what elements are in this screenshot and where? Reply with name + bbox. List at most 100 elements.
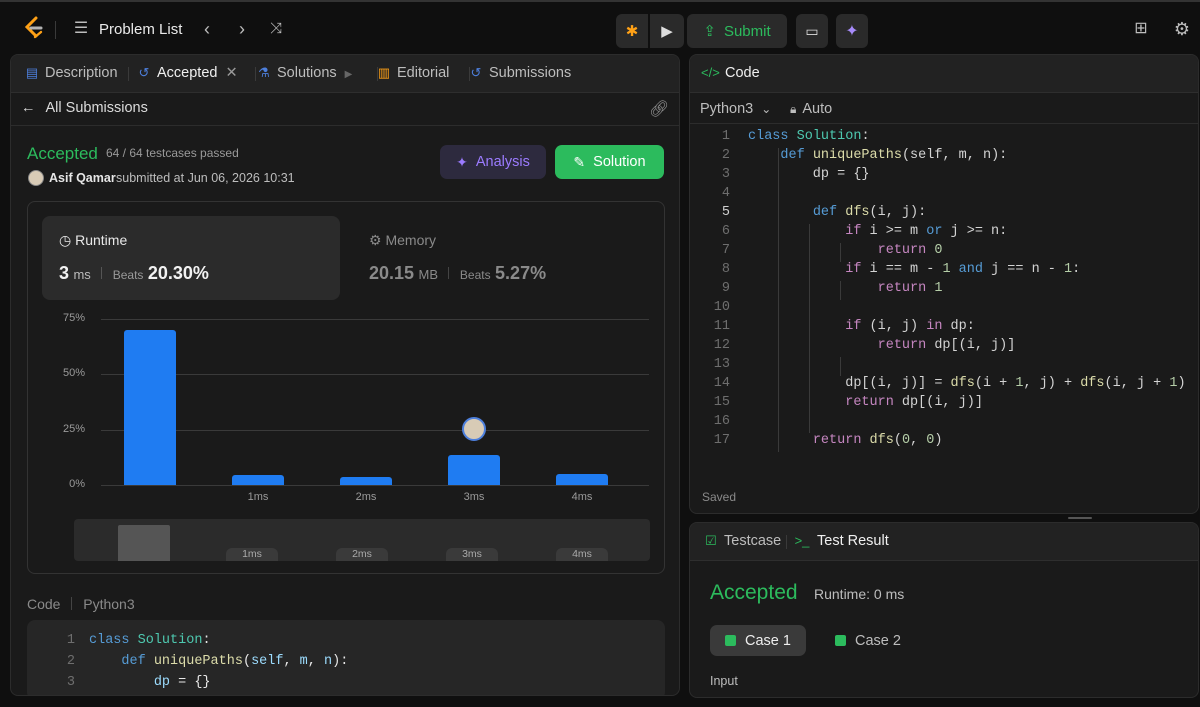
saved-status: Saved xyxy=(702,490,737,504)
code-line[interactable]: 11 if (i, j) in dp: xyxy=(690,319,1198,338)
layout-icon[interactable]: ⊞ xyxy=(1130,18,1152,40)
y-tick-label: 50% xyxy=(62,367,85,380)
code-line[interactable]: 16 xyxy=(690,414,1198,433)
ai-button[interactable]: ✦ xyxy=(836,14,868,48)
navigator-label: 3ms xyxy=(446,548,498,561)
line-text: if i == m - 1 and j == n - 1: xyxy=(845,262,1081,277)
memory-label: Memory xyxy=(385,232,437,248)
back-label: All Submissions xyxy=(45,100,148,116)
analysis-button[interactable]: ✦ Analysis xyxy=(440,145,546,179)
code-line[interactable]: 8 if i == m - 1 and j == n - 1: xyxy=(690,262,1198,281)
memory-unit: MB xyxy=(418,267,439,282)
tab-testcase[interactable]: ☑ Testcase xyxy=(704,533,781,549)
code-line[interactable]: 13 xyxy=(690,357,1198,376)
submit-label: Submit xyxy=(723,22,771,40)
link-icon[interactable]: 🔗︎ xyxy=(649,99,669,119)
user-name[interactable]: Asif Qamar xyxy=(49,171,116,185)
code-line[interactable]: 10 xyxy=(690,300,1198,319)
submitted-time: submitted at Jun 06, 2026 10:31 xyxy=(116,171,295,185)
grid-line xyxy=(101,374,649,376)
beats-label: Beats xyxy=(459,268,491,282)
code-line[interactable]: 14 dp[(i, j)] = dfs(i + 1, j) + dfs(i, j… xyxy=(690,376,1198,395)
case-2-tab[interactable]: Case 2 xyxy=(820,625,916,656)
list-icon[interactable]: ☰ xyxy=(70,18,92,40)
chart-bar[interactable] xyxy=(124,330,176,485)
code-line[interactable]: 9 return 1 xyxy=(690,281,1198,300)
tab-solutions[interactable]: ⚗ Solutions ▶ xyxy=(257,65,352,81)
chart-bar[interactable] xyxy=(448,455,500,485)
navigator-label: 2ms xyxy=(336,548,388,561)
code-preview: 1 class Solution: 2 def uniquePaths(self,… xyxy=(27,620,665,695)
tab-submissions[interactable]: ↺ Submissions xyxy=(469,65,572,81)
tab-code[interactable]: </> Code xyxy=(701,65,760,81)
memory-beats: 5.27% xyxy=(495,263,547,283)
memory-card[interactable]: ⚙ Memory 20.15 MB Beats 5.27% xyxy=(354,216,652,300)
tab-label: Solutions xyxy=(277,65,337,81)
code-section-label: Code xyxy=(27,596,61,612)
case-1-tab[interactable]: Case 1 xyxy=(710,625,806,656)
check-icon xyxy=(835,635,847,646)
checkbox-icon: ☑ xyxy=(705,533,717,548)
code-line[interactable]: 6 if i >= m or j >= n: xyxy=(690,224,1198,243)
chart-bar[interactable] xyxy=(232,475,284,485)
tab-description[interactable]: ▤ Description xyxy=(25,65,118,81)
tab-label: Submissions xyxy=(489,65,572,81)
chevron-right-icon[interactable]: › xyxy=(231,18,253,40)
problem-list-link[interactable]: Problem List xyxy=(99,21,182,38)
tab-label: Accepted xyxy=(157,65,218,81)
runtime-card[interactable]: ◷ Runtime 3 ms Beats 20.30% xyxy=(42,216,340,300)
y-tick-label: 0% xyxy=(69,478,85,490)
code-line[interactable]: 15 return dp[(i, j)] xyxy=(690,395,1198,414)
code-line[interactable]: 17 return dfs(0, 0) xyxy=(690,433,1198,452)
code-line[interactable]: 5 def dfs(i, j): xyxy=(690,205,1198,224)
code-line[interactable]: 1 class Solution: xyxy=(690,129,1198,148)
line-number: 15 xyxy=(713,395,730,410)
gear-icon[interactable]: ⚙ xyxy=(1171,18,1193,40)
submit-button[interactable]: ⇪ Submit xyxy=(687,14,787,48)
line-text: def uniquePaths(self, m, n): xyxy=(780,148,1008,163)
line-text: dp = {} xyxy=(748,167,870,182)
avatar[interactable] xyxy=(28,170,44,186)
lock-icon: 🔒︎ xyxy=(790,102,797,116)
line-text: def dfs(i, j): xyxy=(812,205,927,220)
code-line[interactable]: 12 return dp[(i, j)] xyxy=(690,338,1198,357)
tab-accepted[interactable]: ↺ Accepted ✕ xyxy=(137,65,238,81)
x-tick-label: 3ms xyxy=(463,491,485,503)
notes-button[interactable]: ▭ xyxy=(796,14,828,48)
line-text: if (i, j) in dp: xyxy=(845,319,975,334)
code-line[interactable]: 3 dp = {} xyxy=(690,167,1198,186)
left-tab-bar: ▤ Description ↺ Accepted ✕ ⚗ Solutions ▶ ▥ Edi… xyxy=(11,55,679,93)
solution-button[interactable]: ✎ Solution xyxy=(555,145,664,179)
document-icon: ▤ xyxy=(25,65,39,80)
close-icon[interactable]: ✕ xyxy=(225,65,237,81)
terminal-icon: >_ xyxy=(794,533,810,548)
line-text: if i >= m or j >= n: xyxy=(845,224,1008,239)
shuffle-icon[interactable]: ⤨ xyxy=(265,18,287,40)
leetcode-logo-icon[interactable] xyxy=(22,16,46,40)
chart-bar[interactable] xyxy=(556,473,608,485)
code-line[interactable]: 7 return 0 xyxy=(690,243,1198,262)
code-line[interactable]: 2 def uniquePaths(self, m, n): xyxy=(690,148,1198,167)
language-select[interactable]: Python3 ⌄ xyxy=(700,101,771,117)
resize-handle[interactable] xyxy=(1068,517,1092,519)
debug-button[interactable]: ✱ xyxy=(616,14,648,48)
indent-guide xyxy=(809,224,810,433)
chart-range-navigator[interactable]: 1ms 2ms 3ms 4ms xyxy=(74,519,650,561)
tab-editorial[interactable]: ▥ Editorial xyxy=(377,65,450,81)
indent-guide xyxy=(840,357,841,376)
tab-test-result[interactable]: >_ Test Result xyxy=(793,533,889,549)
run-button[interactable]: ▶ xyxy=(650,14,684,48)
bug-icon: ✱ xyxy=(625,23,639,40)
code-editor[interactable]: 1 class Solution: 2 def uniquePaths(self, … xyxy=(690,129,1198,459)
chevron-down-icon: ⌄ xyxy=(761,102,772,116)
code-title: Code xyxy=(725,65,760,81)
solution-label: Solution xyxy=(593,154,646,170)
auto-toggle[interactable]: 🔒︎ Auto xyxy=(790,101,832,117)
back-to-submissions[interactable]: ← All Submissions xyxy=(21,100,148,116)
code-line[interactable]: 4 xyxy=(690,186,1198,205)
chevron-left-icon[interactable]: ‹ xyxy=(196,18,218,40)
chart-bar[interactable] xyxy=(340,477,392,485)
play-icon: ▶ xyxy=(661,23,673,40)
line-number: 16 xyxy=(713,414,730,429)
tab-label: Testcase xyxy=(724,533,782,549)
